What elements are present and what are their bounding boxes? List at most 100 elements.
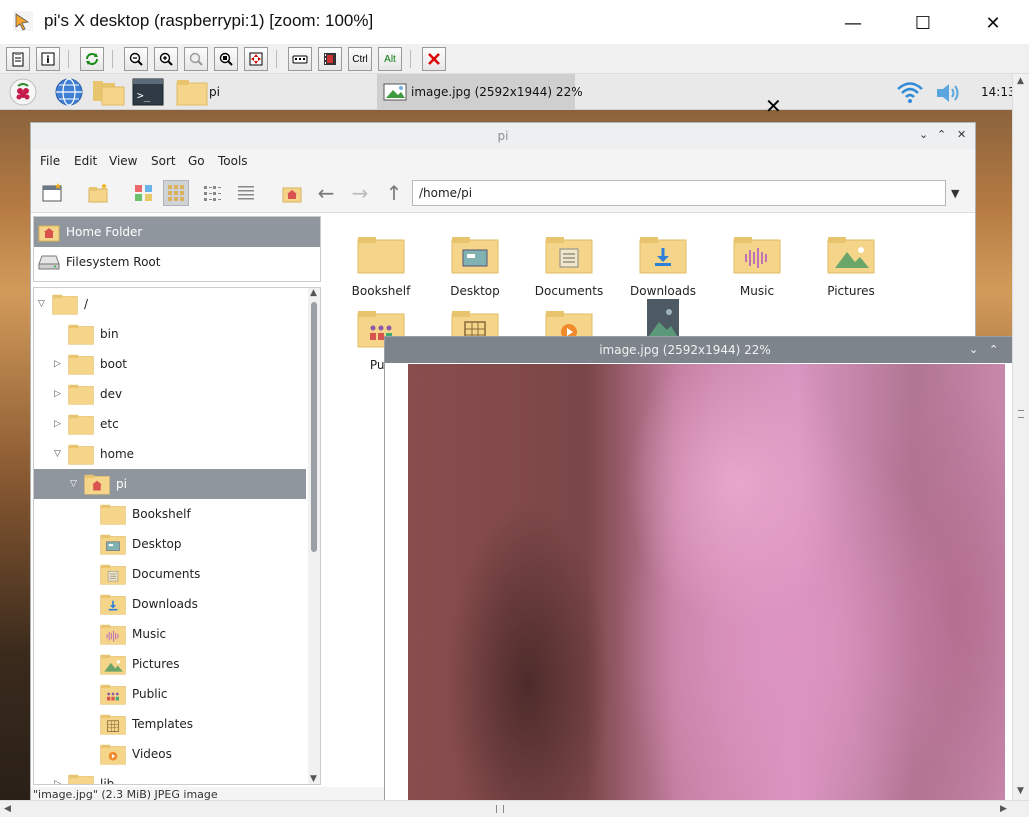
minimize-button[interactable]: — xyxy=(830,8,876,38)
zoom-fit-button[interactable] xyxy=(214,47,238,71)
alt-key-button[interactable]: Alt xyxy=(378,47,402,71)
place-filesystem-root[interactable]: Filesystem Root xyxy=(34,247,320,277)
scroll-left-icon[interactable]: ◀ xyxy=(4,804,11,814)
fullscreen-button[interactable] xyxy=(244,47,268,71)
menu-go[interactable]: Go xyxy=(188,154,205,168)
path-dropdown-icon[interactable]: ▼ xyxy=(951,187,959,200)
tree-row-boot[interactable]: ▷ boot xyxy=(34,349,306,379)
forward-button[interactable]: → xyxy=(347,180,373,206)
toolbar-separator xyxy=(112,50,113,68)
scroll-grip[interactable] xyxy=(1018,410,1024,418)
tree-row-music[interactable]: Music xyxy=(34,619,306,649)
zoom-100-button[interactable] xyxy=(184,47,208,71)
menu-view[interactable]: View xyxy=(109,154,137,168)
disconnect-button[interactable] xyxy=(422,47,446,71)
new-window-button[interactable] xyxy=(39,180,65,206)
viewed-photo[interactable] xyxy=(408,364,1005,800)
tree-row-pictures[interactable]: Pictures xyxy=(34,649,306,679)
view-thumbnail-button[interactable] xyxy=(131,180,157,206)
grid-item-downloads[interactable]: Downloads xyxy=(618,224,708,304)
image-viewer-titlebar[interactable]: image.jpg (2592x1944) 22% ⌄ ⌃ xyxy=(385,337,1012,363)
raspberry-menu-icon[interactable] xyxy=(8,77,38,107)
menu-sort[interactable]: Sort xyxy=(151,154,176,168)
tree-row-templates[interactable]: Templates xyxy=(34,709,306,739)
browser-globe-icon[interactable] xyxy=(54,77,84,107)
terminal-launcher-icon[interactable]: >_ xyxy=(132,77,164,107)
folder-icon[interactable] xyxy=(176,77,208,107)
tree-row-bookshelf[interactable]: Bookshelf xyxy=(34,499,306,529)
iv-maximize-icon[interactable]: ⌃ xyxy=(989,343,998,356)
grid-item-pictures[interactable]: Pictures xyxy=(806,224,896,304)
tree-scrollbar[interactable]: ▲ ▼ xyxy=(308,288,320,784)
grid-item-desktop[interactable]: Desktop xyxy=(430,224,520,304)
tree-row-lib[interactable]: ▷ lib xyxy=(34,769,306,784)
image-viewer-window[interactable]: image.jpg (2592x1944) 22% ⌄ ⌃ xyxy=(384,336,1012,800)
send-ctrl-alt-del-button[interactable] xyxy=(288,47,312,71)
tree-row-videos[interactable]: Videos xyxy=(34,739,306,769)
path-input[interactable] xyxy=(412,180,946,206)
tree-row-etc[interactable]: ▷ etc xyxy=(34,409,306,439)
expand-arrow-icon[interactable]: ▷ xyxy=(54,359,64,369)
tree-scrollbar-thumb[interactable] xyxy=(311,302,317,552)
up-button[interactable]: ↑ xyxy=(381,180,407,206)
options-button[interactable] xyxy=(6,47,30,71)
view-icons-button[interactable] xyxy=(163,180,189,206)
expand-arrow-icon[interactable]: ▷ xyxy=(54,779,64,784)
home-button[interactable] xyxy=(279,180,305,206)
iv-minimize-icon[interactable]: ⌄ xyxy=(969,343,978,356)
close-button[interactable]: ✕ xyxy=(970,8,1016,38)
tree-row-root[interactable]: ▽ / xyxy=(34,289,306,319)
grid-item-bookshelf[interactable]: Bookshelf xyxy=(336,224,426,304)
expand-arrow-icon[interactable]: ▷ xyxy=(54,389,64,399)
collapse-arrow-icon[interactable]: ▽ xyxy=(54,449,64,459)
zoom-in-button[interactable] xyxy=(154,47,178,71)
collapse-arrow-icon[interactable]: ▽ xyxy=(70,479,80,489)
expand-arrow-icon[interactable]: ▷ xyxy=(54,419,64,429)
fm-minimize-icon[interactable]: ⌄ xyxy=(919,128,928,141)
tree-row-documents[interactable]: Documents xyxy=(34,559,306,589)
horizontal-scrollbar[interactable]: ◀ ▶ xyxy=(0,800,1029,817)
menu-file[interactable]: File xyxy=(40,154,60,168)
scroll-down-icon[interactable]: ▼ xyxy=(1017,786,1024,796)
fm-close-icon[interactable]: ✕ xyxy=(957,128,966,141)
volume-icon[interactable] xyxy=(934,81,962,105)
refresh-button[interactable] xyxy=(80,47,104,71)
view-list-button[interactable] xyxy=(233,180,259,206)
tree-row-bin[interactable]: bin xyxy=(34,319,306,349)
file-manager-launcher-icon[interactable] xyxy=(92,77,126,107)
grid-item-music[interactable]: Music xyxy=(712,224,802,304)
folder-icon xyxy=(100,744,126,765)
zoom-out-button[interactable] xyxy=(124,47,148,71)
send-key-button[interactable] xyxy=(318,47,342,71)
vertical-scrollbar[interactable]: ▲ ▼ xyxy=(1012,74,1029,800)
scroll-up-icon[interactable]: ▲ xyxy=(1017,76,1024,86)
tree-folder-icon-wrap xyxy=(100,593,126,615)
remote-desktop[interactable]: >_ pi image.jpg (2592x1944) 22% 14:13 ✕ … xyxy=(0,74,1012,800)
place-home-folder[interactable]: Home Folder xyxy=(34,217,320,247)
grid-item-documents[interactable]: Documents xyxy=(524,224,614,304)
tree-row-desktop[interactable]: Desktop xyxy=(34,529,306,559)
tree-row-public[interactable]: Public xyxy=(34,679,306,709)
taskbar-pi-window-label[interactable]: pi xyxy=(209,85,220,99)
tree-row-dev[interactable]: ▷ dev xyxy=(34,379,306,409)
scroll-grip[interactable] xyxy=(496,805,504,813)
file-manager-titlebar[interactable]: pi ⌄ ⌃ ✕ xyxy=(31,123,975,149)
scroll-right-icon[interactable]: ▶ xyxy=(1000,804,1007,814)
clock[interactable]: 14:13 xyxy=(981,85,1012,99)
ctrl-key-button[interactable]: Ctrl xyxy=(348,47,372,71)
collapse-arrow-icon[interactable]: ▽ xyxy=(38,299,48,309)
wifi-icon[interactable] xyxy=(896,80,924,106)
tree-row-pi[interactable]: ▽ pi xyxy=(34,469,306,499)
view-compact-button[interactable] xyxy=(199,180,225,206)
menu-edit[interactable]: Edit xyxy=(74,154,97,168)
fm-maximize-icon[interactable]: ⌃ xyxy=(937,128,946,141)
maximize-button[interactable]: ☐ xyxy=(900,8,946,38)
info-button[interactable]: i xyxy=(36,47,60,71)
new-folder-button[interactable] xyxy=(85,180,111,206)
back-button[interactable]: ← xyxy=(313,180,339,206)
tree-row-label: boot xyxy=(100,357,128,371)
menu-tools[interactable]: Tools xyxy=(218,154,248,168)
tree-row-downloads[interactable]: Downloads xyxy=(34,589,306,619)
folder-icon xyxy=(84,474,110,495)
tree-row-home[interactable]: ▽ home xyxy=(34,439,306,469)
